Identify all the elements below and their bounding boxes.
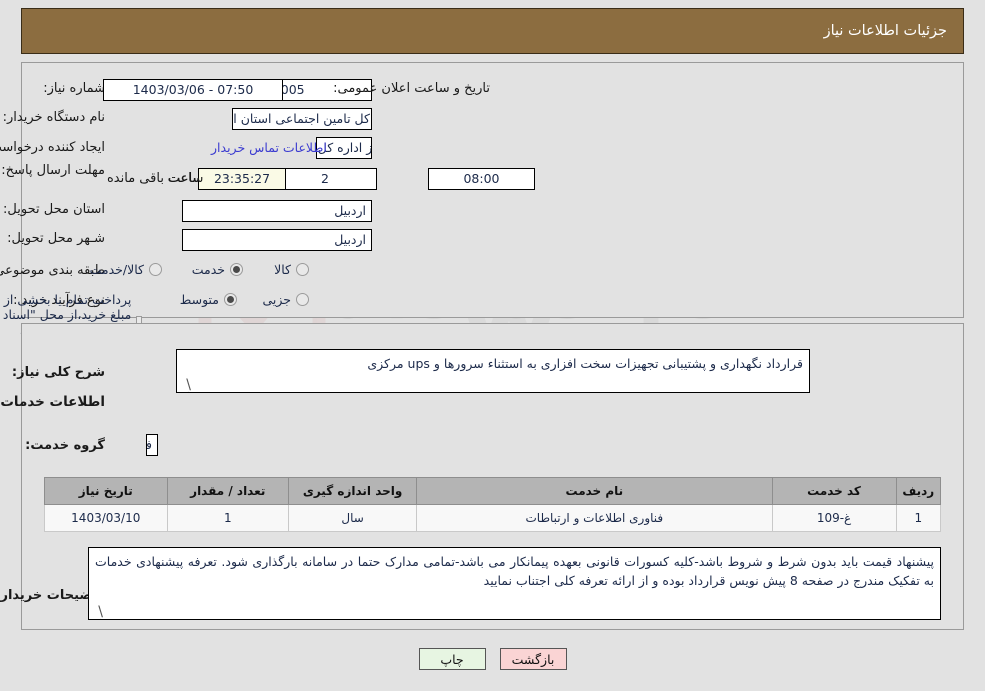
- print-button[interactable]: چاپ: [418, 648, 486, 670]
- cell-code: غ-109: [771, 504, 897, 532]
- buyer-notes-value: پیشنهاد قیمت باید بدون شرط و شروط باشد-ک…: [95, 554, 934, 589]
- cell-name: فناوری اطلاعات و ارتباطات: [416, 504, 773, 532]
- need-number-label: شماره نیاز:: [43, 81, 105, 96]
- cell-index: 1: [895, 504, 942, 532]
- category-radio-kala[interactable]: [296, 263, 309, 276]
- process-label-jozyi: جزیی: [262, 292, 291, 307]
- process-radio-jozyi[interactable]: [296, 293, 309, 306]
- services-table: ردیف کد خدمت نام خدمت واحد اندازه گیری ت…: [44, 477, 942, 532]
- cell-unit: سال: [288, 504, 418, 532]
- category-radio-khedmat[interactable]: [230, 263, 243, 276]
- col-header-date: تاریخ نیاز: [44, 477, 168, 505]
- province-value: اردبیل: [182, 200, 372, 222]
- col-header-index: ردیف: [895, 477, 942, 505]
- cell-quantity: 1: [166, 504, 290, 532]
- city-value: اردبیل: [182, 229, 372, 251]
- buyer-org-label: نام دستگاه خریدار:: [2, 110, 105, 125]
- province-label: استان محل تحویل:: [3, 202, 105, 217]
- table-row[interactable]: 1 غ-109 فناوری اطلاعات و ارتباطات سال 1 …: [44, 504, 942, 532]
- cell-date: 1403/03/10: [44, 504, 168, 532]
- services-heading: اطلاعات خدمات مورد نیاز: [0, 394, 105, 410]
- table-header-row: ردیف کد خدمت نام خدمت واحد اندازه گیری ت…: [44, 477, 942, 505]
- creator-row: ایجاد کننده درخواست:: [0, 140, 105, 155]
- process-option-jozyi[interactable]: جزیی: [262, 292, 309, 307]
- page-root: AriaTender.net جزئیات اطلاعات نیاز شماره…: [0, 0, 985, 691]
- service-group-label: گروه خدمت:: [25, 438, 105, 453]
- creator-label: ایجاد کننده درخواست:: [0, 140, 105, 155]
- city-label: شـهر محل تحویل:: [7, 231, 105, 246]
- countdown-label: ساعت باقی مانده: [107, 171, 204, 186]
- category-label-kala: کالا: [274, 262, 291, 277]
- announce-datetime-row: تاریخ و ساعت اعلان عمومی:: [333, 81, 490, 96]
- resize-grip-icon-notes[interactable]: ◢: [91, 608, 101, 620]
- buyer-contact-link[interactable]: اطلاعات تماس خریدار: [211, 140, 327, 155]
- buyer-notes-textarea[interactable]: پیشنهاد قیمت باید بدون شرط و شروط باشد-ک…: [88, 547, 941, 620]
- countdown-timer: 23:35:27: [198, 168, 286, 190]
- resize-grip-icon[interactable]: ◢: [179, 381, 189, 393]
- process-option-motevaset[interactable]: متوسط: [180, 292, 237, 307]
- deadline-time-value: 08:00: [428, 168, 535, 190]
- page-title: جزئیات اطلاعات نیاز: [823, 23, 947, 39]
- col-header-code: کد خدمت: [771, 477, 897, 505]
- deadline-label-block: مهلت ارسال پاسخ: تا تاریخ:: [0, 162, 105, 180]
- need-summary-value: قرارداد نگهداری و پشتیبانی تجهیزات سخت ا…: [367, 356, 803, 371]
- col-header-unit: واحد اندازه گیری: [288, 477, 418, 505]
- category-option-kala-khedmat[interactable]: کالا/خدمت: [90, 262, 162, 277]
- process-radio-motevaset[interactable]: [224, 293, 237, 306]
- window-title-bar: جزئیات اطلاعات نیاز: [21, 8, 964, 54]
- need-summary-textarea[interactable]: قرارداد نگهداری و پشتیبانی تجهیزات سخت ا…: [176, 349, 810, 393]
- buyer-org-value: اداره کل تامین اجتماعی استان اردبیل: [232, 108, 372, 130]
- city-row: شـهر محل تحویل:: [7, 231, 105, 246]
- service-group-value: فن آوری اطلاعات: [146, 434, 158, 456]
- action-buttons: بازگشت چاپ: [0, 648, 985, 670]
- province-row: استان محل تحویل:: [3, 202, 105, 217]
- need-number-row: شماره نیاز:: [43, 81, 105, 96]
- buyer-org-row: نام دستگاه خریدار:: [3, 110, 105, 125]
- category-option-kala[interactable]: کالا: [274, 262, 309, 277]
- process-label-motevaset: متوسط: [179, 292, 219, 307]
- col-header-name: نام خدمت: [416, 477, 773, 505]
- remaining-days-value: 2: [273, 168, 377, 190]
- need-summary-label: شرح کلی نیاز:: [11, 365, 105, 380]
- deadline-label: مهلت ارسال پاسخ: تا تاریخ:: [0, 163, 105, 178]
- back-button[interactable]: بازگشت: [499, 648, 567, 670]
- col-header-quantity: تعداد / مقدار: [166, 477, 290, 505]
- announce-datetime-label: تاریخ و ساعت اعلان عمومی:: [333, 81, 490, 96]
- category-label-khedmat: خدمت: [191, 262, 225, 277]
- announce-datetime-value: 07:50 - 1403/03/06: [103, 79, 283, 101]
- category-label-kala-khedmat: کالا/خدمت: [89, 262, 144, 277]
- category-option-khedmat[interactable]: خدمت: [192, 262, 243, 277]
- category-radio-kala-khedmat[interactable]: [149, 263, 162, 276]
